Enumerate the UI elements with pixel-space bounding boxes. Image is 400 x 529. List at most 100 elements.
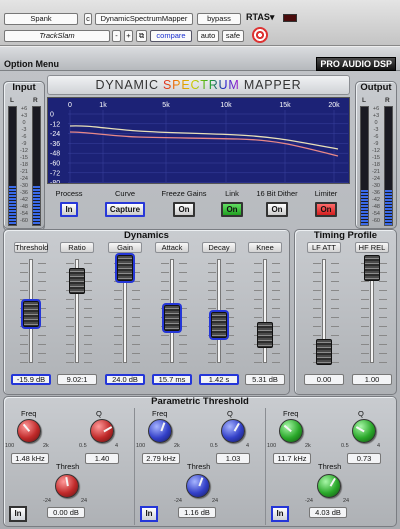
band-in-button[interactable]: In <box>140 506 158 522</box>
meter-tick: -24 <box>20 176 28 182</box>
db-tick-label: -36 <box>50 141 60 148</box>
fader-label: LF ATT <box>307 242 341 253</box>
freq-knob[interactable] <box>148 419 172 443</box>
fader-value[interactable]: 9.02:1 <box>57 374 97 385</box>
thresh-value[interactable]: 1.16 dB <box>178 507 216 518</box>
thresh-knob[interactable] <box>55 474 79 498</box>
fader-handle[interactable] <box>164 305 180 332</box>
freq-value[interactable]: 11.7 kHz <box>273 453 311 464</box>
output-meter-right <box>384 106 393 226</box>
thresh-knob[interactable] <box>317 474 341 498</box>
thresh-knob[interactable] <box>186 474 210 498</box>
q-label: Q <box>96 409 102 418</box>
db-tick-label: -24 <box>50 131 60 138</box>
fader-label: Threshold <box>14 242 49 253</box>
fader-value[interactable]: 1.00 <box>352 374 392 385</box>
compare-button[interactable]: compare <box>150 30 192 42</box>
host-toolbar: Spank c DynamicSpectrumMapper bypass RTA… <box>0 0 400 46</box>
thresh-scale-max: 24 <box>212 498 219 504</box>
compare-marker: c <box>84 13 92 25</box>
fader-value[interactable]: 0.00 <box>304 374 344 385</box>
option-menu[interactable]: Option Menu <box>4 59 59 69</box>
db-tick-label: -12 <box>50 121 60 128</box>
freq-knob[interactable] <box>279 419 303 443</box>
control-label: Link <box>225 189 239 198</box>
fader-handle[interactable] <box>257 322 273 349</box>
meter-tick: -3 <box>373 127 379 133</box>
q-value[interactable]: 1.03 <box>216 453 250 464</box>
control-freeze-gains: Freeze Gains On <box>156 189 212 217</box>
meter-tick: +3 <box>20 113 28 119</box>
band-in-button[interactable]: In <box>271 506 289 522</box>
freq-tick-label: 1k <box>99 102 107 109</box>
plugin-window: Option Menu PRO AUDIO DSP Input Input L … <box>0 46 400 529</box>
toggle-freeze-gains[interactable]: On <box>173 202 195 217</box>
meter-tick: -60 <box>372 218 380 224</box>
track-selector[interactable]: TrackSlam <box>4 30 110 42</box>
fader-label: Ratio <box>60 242 94 253</box>
spectrum-graph[interactable]: 0 1k 5k 10k 15k 20k 0 -12 -24 -36 -48 -60 -72 -80 <box>47 97 350 184</box>
thresh-value[interactable]: 4.03 dB <box>309 507 347 518</box>
thresh-value[interactable]: 0.00 dB <box>47 507 85 518</box>
control-label: 16 Bit Dither <box>256 189 298 198</box>
fader-handle[interactable] <box>211 312 227 339</box>
q-scale-max: 4 <box>246 443 250 449</box>
fader-handle[interactable] <box>69 267 85 294</box>
freq-label: Freq <box>152 409 168 418</box>
plugin-title: DYNAMIC SPECTRUM MAPPER <box>47 75 350 95</box>
safe-button[interactable]: safe <box>222 30 244 42</box>
freq-scale-min: 100 <box>267 443 277 449</box>
fader-handle[interactable] <box>23 301 39 328</box>
q-knob[interactable] <box>221 419 245 443</box>
fader-label: Decay <box>202 242 236 253</box>
db-tick-label: 0 <box>50 112 54 119</box>
freq-tick-label: 20k <box>328 102 340 109</box>
control-label: Process <box>55 189 83 198</box>
input-meter-right <box>32 106 41 226</box>
fader-value[interactable]: 24.0 dB <box>105 374 145 385</box>
knob-indicator <box>22 423 31 432</box>
q-label: Q <box>227 409 233 418</box>
fader-label: HF REL <box>355 242 389 253</box>
track-plus-button[interactable]: + <box>124 30 133 42</box>
fader-value[interactable]: 1.42 s <box>199 374 239 385</box>
preset-selector[interactable]: Spank <box>4 13 78 25</box>
toggle-curve[interactable]: Capture <box>104 202 146 217</box>
toggle-link[interactable]: On <box>221 202 243 217</box>
parametric-title: Parametric Threshold <box>151 396 249 407</box>
toggle-process[interactable]: In <box>60 202 78 217</box>
track-minus-button[interactable]: - <box>112 30 121 42</box>
fader-scale <box>84 263 92 363</box>
q-value[interactable]: 0.73 <box>347 453 381 464</box>
q-value[interactable]: 1.40 <box>85 453 119 464</box>
meter-tick: -48 <box>20 204 28 210</box>
fader-value[interactable]: -15.9 dB <box>11 374 51 385</box>
copy-icon[interactable]: ⧉ <box>136 30 147 42</box>
fader-value[interactable]: 15.7 ms <box>152 374 192 385</box>
auto-button[interactable]: auto <box>197 30 219 42</box>
freq-tick-label: 5k <box>162 102 170 109</box>
bypass-button[interactable]: bypass <box>197 13 241 25</box>
band-in-button[interactable]: In <box>9 506 27 522</box>
clip-indicator <box>283 14 297 22</box>
fader-handle[interactable] <box>364 255 380 281</box>
freq-value[interactable]: 1.48 kHz <box>11 453 49 464</box>
meter-tick: -18 <box>20 162 28 168</box>
freq-knob[interactable] <box>17 419 41 443</box>
freq-label: Freq <box>21 409 37 418</box>
meter-tick: -3 <box>21 127 27 133</box>
thresh-label: Thresh <box>187 462 211 471</box>
toggle-16-bit-dither[interactable]: On <box>266 202 288 217</box>
fader-handle[interactable] <box>316 339 332 365</box>
q-knob[interactable] <box>352 419 376 443</box>
fader-value[interactable]: 5.31 dB <box>245 374 285 385</box>
target-icon[interactable] <box>252 27 268 43</box>
timing-title: Timing Profile <box>313 230 378 241</box>
meter-tick: +6 <box>20 106 28 112</box>
toggle-limiter[interactable]: On <box>315 202 337 217</box>
freq-value[interactable]: 2.79 kHz <box>142 453 180 464</box>
q-knob[interactable] <box>90 419 114 443</box>
fader-handle[interactable] <box>117 255 133 281</box>
plugin-selector[interactable]: DynamicSpectrumMapper <box>95 13 193 25</box>
band-divider <box>134 408 135 525</box>
